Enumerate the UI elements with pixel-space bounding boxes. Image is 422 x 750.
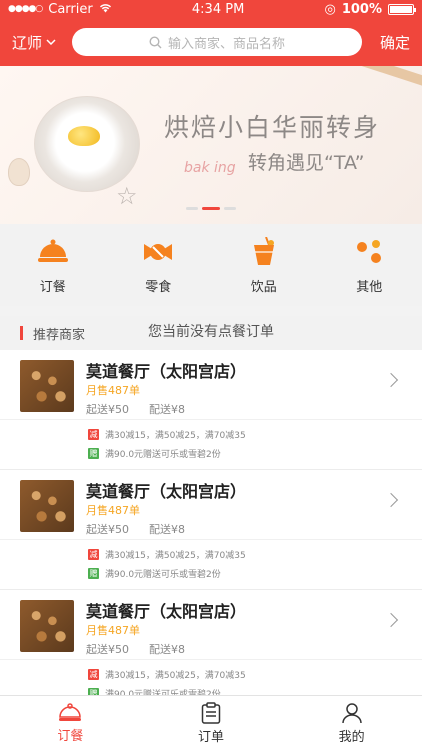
merchant-name: 莫道餐厅（太阳宫店） — [86, 602, 247, 621]
tab-profile[interactable]: 我的 — [312, 702, 392, 745]
min-order: 起送¥50 — [86, 403, 129, 416]
chevron-right-icon — [383, 612, 399, 628]
delivery-fee: 配送¥8 — [149, 523, 185, 536]
gift-badge-icon: 赠 — [88, 448, 99, 459]
merchant-thumbnail — [20, 480, 74, 532]
confirm-button[interactable]: 确定 — [374, 32, 410, 53]
min-order: 起送¥50 — [86, 643, 129, 656]
search-input[interactable]: 输入商家、商品名称 — [72, 28, 362, 56]
discount-badge-icon: 减 — [88, 549, 99, 560]
search-placeholder: 输入商家、商品名称 — [167, 36, 285, 52]
merchant-name: 莫道餐厅（太阳宫店） — [86, 482, 247, 501]
order-notice: 您当前没有点餐订单 — [148, 324, 274, 340]
carrier-label: Carrier — [48, 1, 93, 17]
chevron-down-icon — [46, 39, 56, 45]
category-label: 零食 — [145, 279, 172, 295]
category-label: 订餐 — [39, 279, 66, 295]
merchant-list[interactable]: 莫道餐厅（太阳宫店） 月售487单 起送¥50 配送¥8 减满30减15，满50… — [0, 350, 422, 695]
section-accent-bar — [20, 326, 23, 340]
merchant-card[interactable]: 莫道餐厅（太阳宫店） 月售487单 起送¥50 配送¥8 减满30减15，满50… — [0, 470, 422, 590]
star-cutter-graphic: ☆ — [116, 182, 138, 210]
discount-badge-icon: 减 — [88, 669, 99, 680]
tab-order-food[interactable]: 订餐 — [30, 702, 110, 744]
merchant-sales: 月售487单 — [86, 624, 140, 637]
promo-gift: 满90.0元赠送可乐或雪碧2份 — [105, 690, 221, 695]
delivery-fee: 配送¥8 — [149, 403, 185, 416]
merchant-card[interactable]: 莫道餐厅（太阳宫店） 月售487单 起送¥50 配送¥8 减满30减15，满50… — [0, 590, 422, 695]
clipboard-icon — [201, 701, 221, 724]
dome-cloche-icon — [37, 236, 69, 268]
tab-label: 订单 — [197, 729, 224, 745]
banner-dot-active[interactable] — [202, 207, 220, 210]
section-title: 推荐商家 — [33, 327, 86, 343]
banner-sub-cn: 转角遇见“TA” — [248, 152, 365, 174]
time-label: 4:34 PM — [191, 1, 245, 17]
dots-icon — [353, 236, 385, 268]
wifi-icon — [99, 2, 112, 17]
category-other[interactable]: 其他 — [334, 236, 404, 295]
category-snacks[interactable]: 零食 — [123, 236, 193, 295]
promo-gift: 满90.0元赠送可乐或雪碧2份 — [105, 450, 221, 460]
yolk-graphic — [68, 126, 100, 146]
merchant-thumbnail — [20, 600, 74, 652]
merchant-card[interactable]: 莫道餐厅（太阳宫店） 月售487单 起送¥50 配送¥8 减满30减15，满50… — [0, 350, 422, 470]
status-bar: ●●●●○ Carrier 4:34 PM ◎ 100% — [0, 0, 422, 18]
min-order: 起送¥50 — [86, 523, 129, 536]
category-order-food[interactable]: 订餐 — [18, 236, 88, 295]
gift-badge-icon: 赠 — [88, 568, 99, 579]
battery-label: 100% — [341, 1, 382, 17]
tab-orders[interactable]: 订单 — [171, 701, 251, 745]
gift-badge-icon: 赠 — [88, 688, 99, 695]
banner-sub-en: bak ing — [184, 160, 236, 176]
banner-dot[interactable] — [186, 207, 198, 210]
city-selector[interactable]: 辽师 — [12, 32, 60, 53]
merchant-sales: 月售487单 — [86, 384, 140, 397]
section-header: 推荐商家 您当前没有点餐订单 — [0, 316, 422, 350]
chevron-right-icon — [383, 372, 399, 388]
search-icon — [149, 35, 162, 48]
category-label: 饮品 — [250, 279, 277, 295]
banner-dot[interactable] — [224, 207, 236, 210]
category-drinks[interactable]: 饮品 — [229, 236, 299, 295]
delivery-fee: 配送¥8 — [149, 643, 185, 656]
category-label: 其他 — [356, 279, 383, 295]
signal-icon: ●●●●○ — [8, 4, 43, 14]
battery-icon — [387, 3, 416, 15]
rolling-pin-graphic — [342, 66, 422, 88]
tab-label: 我的 — [338, 729, 365, 745]
drink-cup-icon — [248, 236, 280, 268]
discount-badge-icon: 减 — [88, 429, 99, 440]
chevron-right-icon — [383, 492, 399, 508]
promo-discount: 满30减15，满50减25，满70减35 — [105, 551, 246, 561]
promo-discount: 满30减15，满50减25，满70减35 — [105, 431, 246, 441]
promo-discount: 满30减15，满50减25，满70减35 — [105, 671, 246, 681]
city-label: 辽师 — [12, 33, 43, 52]
category-row: 订餐 零食 饮品 其他 — [0, 224, 422, 306]
tab-bar: 订餐 订单 我的 — [0, 695, 422, 750]
banner-headline: 烘焙小白华丽转身 — [164, 113, 381, 142]
merchant-name: 莫道餐厅（太阳宫店） — [86, 362, 247, 381]
dome-cloche-icon — [59, 702, 82, 721]
user-icon — [341, 702, 362, 723]
egg-graphic — [8, 158, 30, 186]
rotation-lock-icon: ◎ — [324, 1, 336, 17]
banner-pagination — [0, 207, 422, 210]
tab-label: 订餐 — [57, 728, 84, 744]
promo-gift: 满90.0元赠送可乐或雪碧2份 — [105, 570, 221, 580]
promo-banner[interactable]: ☆ 烘焙小白华丽转身 bak ing 转角遇见“TA” — [0, 66, 422, 224]
merchant-thumbnail — [20, 360, 74, 412]
merchant-sales: 月售487单 — [86, 504, 140, 517]
candy-icon — [142, 236, 174, 268]
nav-bar: 辽师 输入商家、商品名称 确定 — [0, 18, 422, 66]
